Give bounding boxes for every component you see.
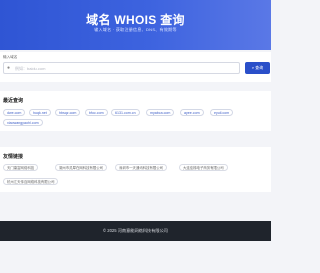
recent-domain-chip[interactable]: bfoc.com [85, 109, 108, 116]
recent-domain-chip[interactable]: xiaowangyaohl.com [3, 119, 43, 126]
recent-domain-chip[interactable]: ayee.com [180, 109, 204, 116]
friend-links-panel: 友情链接 天门康富网络科技 湖州市灵犀在网科技有限公司 深圳市一天通讯科技有限公… [0, 147, 271, 192]
hero-banner: 域名 WHOIS 查询 输入域名 · 获取注册信息、DNS、有效期等 [0, 0, 271, 50]
recent-domain-chip[interactable]: 6131.com.cn [111, 109, 140, 116]
search-icon: ⌕ [251, 65, 255, 70]
globe-icon: ● [7, 65, 11, 71]
search-input[interactable] [15, 63, 235, 74]
recent-domain-chip[interactable]: huqk.net [29, 109, 51, 116]
friend-link[interactable]: 天门康富网络科技 [3, 164, 39, 171]
search-panel: 输入域名 ● [0, 52, 271, 82]
recent-domain-chip[interactable]: hbsqz.com [55, 109, 81, 116]
search-label: 输入域名 [3, 55, 18, 59]
search-field[interactable]: ● [3, 62, 240, 74]
friend-link[interactable]: 杭州江天传百网络科技有限公司 [3, 178, 59, 185]
copyright-text: © 2025 河南意能网络科技有限公司 [103, 228, 168, 233]
recent-domain-chip[interactable]: dwe.com [3, 109, 26, 116]
site-footer: © 2025 河南意能网络科技有限公司 [0, 221, 271, 241]
page-title: 域名 WHOIS 查询 [86, 13, 185, 27]
recent-title: 最近查询 [3, 98, 24, 104]
page-background [0, 241, 271, 273]
recent-queries-panel: 最近查询 dwe.com huqk.net hbsqz.com bfoc.com… [0, 91, 271, 131]
page-subtitle: 输入域名 · 获取注册信息、DNS、有效期等 [94, 27, 177, 32]
friend-link[interactable]: 湖州市灵犀在网科技有限公司 [55, 164, 108, 171]
recent-domain-chip[interactable]: eyuil.com [210, 109, 234, 116]
search-button-label: 查询 [255, 65, 264, 70]
recent-domain-chip[interactable]: myabca.com [146, 109, 175, 116]
friend-link[interactable]: 大连佳梯电子商务有限公司 [179, 164, 228, 171]
search-button[interactable]: ⌕查询 [245, 62, 270, 74]
friend-links-title: 友情链接 [3, 154, 24, 160]
friend-link[interactable]: 深圳市一天通讯科技有限公司 [115, 164, 168, 171]
